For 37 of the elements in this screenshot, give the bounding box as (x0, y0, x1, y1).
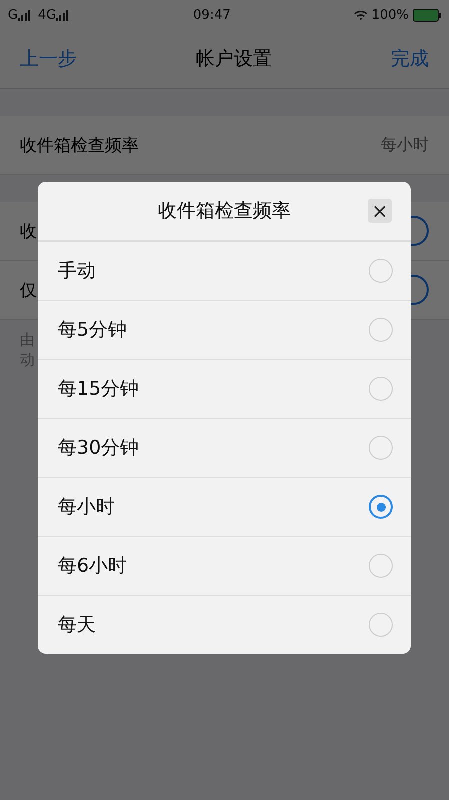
battery-icon (413, 8, 442, 22)
signal-icon (18, 10, 32, 20)
option-label: 每5分钟 (58, 318, 128, 343)
setting-label: 收件箱检查频率 (20, 134, 139, 156)
option-label: 每小时 (58, 495, 115, 520)
option-row[interactable]: 每小时 (38, 477, 411, 536)
radio-button[interactable] (369, 554, 393, 578)
option-row[interactable]: 每6小时 (38, 536, 411, 595)
option-label: 每6小时 (58, 554, 128, 579)
option-label: 每30分钟 (58, 436, 140, 461)
carrier-text: 4G (38, 8, 56, 22)
radio-button[interactable] (369, 495, 393, 519)
setting-label: 仅 (20, 280, 37, 302)
option-row[interactable]: 每5分钟 (38, 300, 411, 359)
radio-button[interactable] (369, 259, 393, 283)
option-row[interactable]: 每15分钟 (38, 359, 411, 418)
radio-button[interactable] (369, 377, 393, 401)
setting-value: 每小时 (381, 134, 429, 156)
option-label: 每15分钟 (58, 377, 140, 402)
settings-row[interactable]: 收件箱检查频率 每小时 (0, 116, 449, 175)
close-button[interactable]: × (368, 199, 392, 223)
option-row[interactable]: 手动 (38, 241, 411, 300)
dialog-title: 收件箱检查频率 (158, 199, 291, 224)
radio-button[interactable] (369, 318, 393, 342)
option-label: 每天 (58, 613, 96, 638)
wifi-icon (354, 10, 368, 20)
option-row[interactable]: 每30分钟 (38, 418, 411, 477)
option-row[interactable]: 每天 (38, 595, 411, 654)
option-label: 手动 (58, 259, 96, 284)
carrier-text: G (8, 8, 18, 22)
page-title: 帐户设置 (196, 47, 272, 72)
clock-text: 09:47 (193, 8, 231, 22)
radio-button[interactable] (369, 613, 393, 637)
setting-label: 收 (20, 220, 37, 242)
battery-text: 100% (372, 8, 410, 22)
radio-button[interactable] (369, 436, 393, 460)
signal-icon (56, 10, 70, 20)
